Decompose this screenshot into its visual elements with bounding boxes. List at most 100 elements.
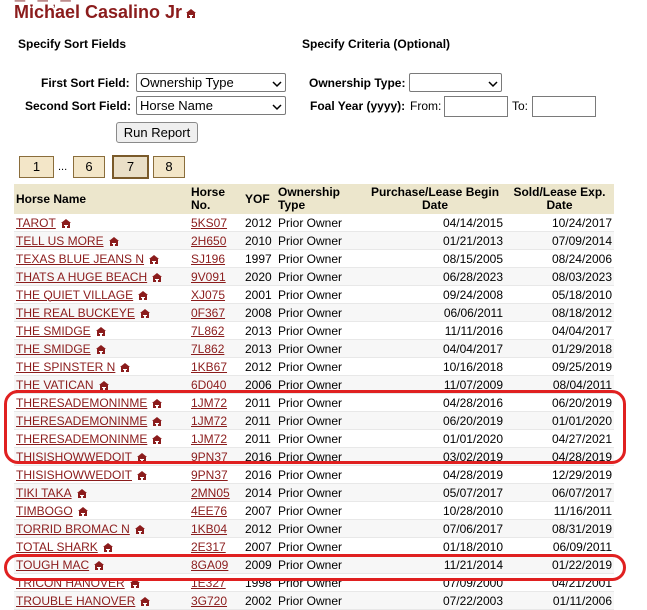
horse-name-link[interactable]: TRICON HANOVER [16, 576, 125, 590]
horse-no-link[interactable]: 9V091 [191, 270, 226, 284]
horse-no-link[interactable]: 7L862 [191, 342, 224, 356]
house-icon[interactable] [152, 417, 163, 427]
foal-year-from-input[interactable] [444, 96, 508, 117]
page-8-button[interactable]: 8 [153, 156, 185, 178]
house-icon[interactable] [137, 453, 147, 463]
house-icon[interactable] [94, 561, 105, 571]
col-yof[interactable]: YOF [243, 184, 276, 214]
purchase-date-cell: 01/18/2010 [365, 537, 505, 556]
horse-no-link[interactable]: 0F367 [191, 306, 225, 320]
horse-no-link[interactable]: 9PN37 [191, 468, 228, 482]
horse-no-link[interactable]: SJ196 [191, 252, 225, 266]
house-icon[interactable] [77, 507, 88, 517]
house-icon[interactable] [95, 327, 106, 337]
horse-no-link[interactable]: 7L862 [191, 324, 224, 338]
horse-no-link[interactable]: 6D040 [191, 378, 226, 392]
house-icon[interactable] [60, 219, 71, 229]
col-purchase-date[interactable]: Purchase/Lease Begin Date [365, 184, 505, 214]
yof-cell: 1997 [243, 249, 276, 268]
horse-no-link[interactable]: 1JM72 [191, 432, 227, 446]
to-label: To: [512, 99, 529, 113]
house-icon[interactable] [152, 399, 163, 409]
col-ownership-type[interactable]: Ownership Type [276, 184, 365, 214]
house-icon[interactable] [129, 579, 140, 589]
horse-no-link[interactable]: 2H650 [191, 234, 226, 248]
house-icon[interactable] [134, 525, 145, 535]
house-icon[interactable] [98, 381, 109, 391]
col-sold-date[interactable]: Sold/Lease Exp. Date [505, 184, 614, 214]
horse-name-link[interactable]: TEXAS BLUE JEANS N [16, 252, 144, 266]
horse-name-cell: THE QUIET VILLAGE [14, 285, 189, 304]
horse-no-link[interactable]: 1JM72 [191, 396, 227, 410]
horse-name-cell: THATS A HUGE BEACH [14, 267, 189, 286]
horse-no-link[interactable]: 3G720 [191, 594, 227, 608]
horse-name-link[interactable]: THATS A HUGE BEACH [16, 270, 147, 284]
yof-cell: 2013 [243, 321, 276, 340]
horse-name-link[interactable]: TIMBOGO [16, 504, 73, 518]
horse-name-link[interactable]: THE SMIDGE [16, 342, 91, 356]
sold-date-cell: 07/09/2014 [505, 231, 614, 250]
foal-year-to-input[interactable] [532, 96, 596, 117]
second-sort-select[interactable]: Horse Name [136, 96, 286, 115]
horse-name-link[interactable]: TROUBLE HANOVER [16, 594, 135, 608]
horse-no-cell: SJ196 [189, 249, 243, 268]
horse-name-link[interactable]: TAROT [16, 216, 56, 230]
horse-no-link[interactable]: 1JM72 [191, 414, 227, 428]
run-report-button[interactable]: Run Report [116, 122, 198, 143]
horse-no-link[interactable]: 2E317 [191, 540, 226, 554]
horse-name-link[interactable]: THE QUIET VILLAGE [16, 288, 133, 302]
horse-name-cell: THE SMIDGE [14, 339, 189, 358]
house-icon[interactable] [76, 489, 87, 499]
sold-date-cell: 01/22/2019 [505, 555, 614, 574]
horse-name-link[interactable]: THE VATICAN [16, 378, 94, 392]
house-icon[interactable] [140, 597, 151, 607]
horse-no-link[interactable]: 1E327 [191, 576, 226, 590]
horse-name-cell: THERESADEMONINME [14, 411, 189, 430]
horse-name-link[interactable]: THE REAL BUCKEYE [16, 306, 135, 320]
horse-no-link[interactable]: 9PN37 [191, 450, 228, 464]
horse-name-cell: TEXAS BLUE JEANS N [14, 249, 189, 268]
house-icon[interactable] [108, 237, 119, 247]
horse-name-link[interactable]: TORRID BROMAC N [16, 522, 130, 536]
horse-name-link[interactable]: THERESADEMONINME [16, 432, 147, 446]
col-horse-name[interactable]: Horse Name [14, 184, 189, 214]
ownership-type-select[interactable] [409, 73, 502, 92]
house-icon[interactable] [95, 345, 106, 355]
house-icon[interactable] [139, 309, 150, 319]
page-1-button[interactable]: 1 [19, 156, 54, 178]
horse-no-link[interactable]: 8GA09 [191, 558, 228, 572]
horse-name-link[interactable]: THERESADEMONINME [16, 414, 147, 428]
horse-name-link[interactable]: THE SMIDGE [16, 324, 91, 338]
horse-name-link[interactable]: THERESADEMONINME [16, 396, 147, 410]
house-icon[interactable] [137, 471, 147, 481]
horse-no-cell: 1JM72 [189, 393, 243, 412]
col-horse-no[interactable]: Horse No. [189, 184, 243, 214]
page-6-button[interactable]: 6 [73, 156, 105, 178]
house-icon[interactable] [120, 363, 131, 373]
house-icon[interactable] [138, 291, 149, 301]
yof-cell: 2002 [243, 591, 276, 610]
house-icon[interactable] [149, 255, 160, 265]
horse-no-link[interactable]: 1KB67 [191, 360, 227, 374]
house-icon[interactable] [152, 435, 163, 445]
house-icon[interactable] [102, 543, 113, 553]
house-icon[interactable] [186, 9, 197, 19]
horse-no-link[interactable]: 5KS07 [191, 216, 227, 230]
house-icon[interactable] [152, 273, 163, 283]
table-row: TELL US MORE 2H650 2010 Prior Owner 01/21/20… [14, 231, 614, 250]
horse-name-link[interactable]: TIKI TAKA [16, 486, 72, 500]
horse-name-link[interactable]: TOTAL SHARK [16, 540, 98, 554]
horse-name-link[interactable]: TOUGH MAC [16, 558, 89, 572]
horse-no-link[interactable]: XJ075 [191, 288, 225, 302]
horse-no-link[interactable]: 4EE76 [191, 504, 227, 518]
horse-name-link[interactable]: THE SPINSTER N [16, 360, 115, 374]
horse-no-link[interactable]: 2MN05 [191, 486, 230, 500]
horse-name-link[interactable]: THISISHOWWEDOIT [16, 468, 132, 482]
horse-name-link[interactable]: TELL US MORE [16, 234, 104, 248]
ownership-type-cell: Prior Owner [276, 501, 365, 520]
ownership-type-cell: Prior Owner [276, 339, 365, 358]
horse-no-cell: 9PN37 [189, 465, 243, 484]
first-sort-select[interactable]: Ownership Type [136, 73, 286, 92]
horse-no-link[interactable]: 1KB04 [191, 522, 227, 536]
horse-name-link[interactable]: THISISHOWWEDOIT [16, 450, 132, 464]
